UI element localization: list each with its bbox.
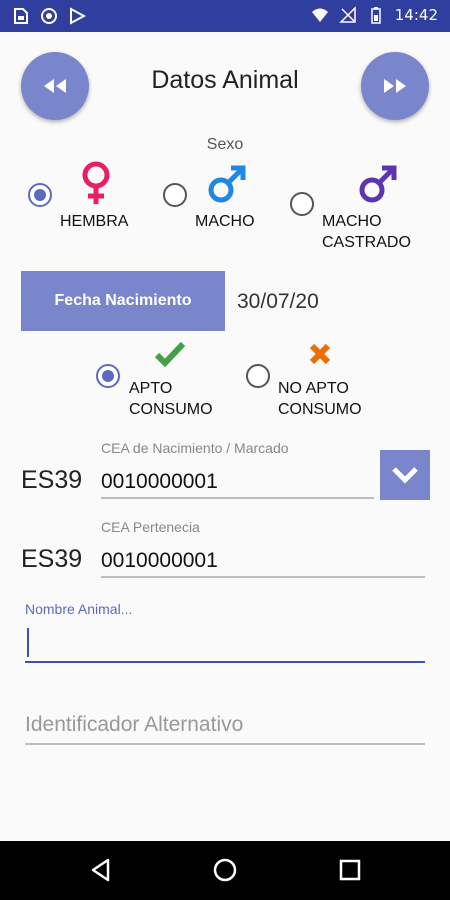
rewind-icon (44, 79, 66, 93)
cross-icon (309, 343, 331, 365)
nombre-animal-underline (25, 661, 425, 663)
circle-icon (41, 8, 57, 24)
radio-macho[interactable] (163, 183, 187, 207)
identificador-alternativo-input[interactable]: Identificador Alternativo (25, 713, 243, 737)
fecha-nacimiento-button[interactable]: Fecha Nacimiento (21, 271, 225, 331)
cea-pertenencia-label: CEA Pertenecia (101, 519, 200, 535)
sd-card-icon (14, 8, 28, 24)
next-button[interactable] (361, 52, 429, 120)
cea-nacimiento-label: CEA de Nacimiento / Marcado (101, 440, 289, 456)
macho-castrado-label: MACHO CASTRADO (322, 213, 411, 251)
no-signal-icon (338, 6, 356, 23)
recents-icon[interactable] (335, 855, 365, 885)
radio-apto-consumo[interactable] (96, 364, 120, 388)
back-icon[interactable] (86, 855, 116, 885)
cea-pertenencia-underline (101, 576, 425, 578)
apto-consumo-label: APTO CONSUMO (129, 380, 213, 418)
home-icon[interactable] (210, 855, 240, 885)
navigation-bar (0, 841, 450, 900)
macho-label: MACHO (195, 213, 255, 230)
wifi-icon (311, 8, 328, 22)
battery-icon (371, 7, 381, 24)
radio-no-apto-consumo[interactable] (246, 364, 270, 388)
cea-nacimiento-prefix: ES39 (21, 466, 83, 494)
fast-forward-icon (384, 79, 406, 93)
status-time: 14:42 (394, 6, 438, 24)
check-icon (155, 341, 185, 367)
chevron-down-icon (392, 467, 418, 484)
male-castrated-icon (359, 165, 397, 203)
text-cursor (27, 628, 29, 657)
female-icon (82, 161, 110, 204)
radio-hembra[interactable] (28, 183, 52, 207)
status-bar: 14:42 (0, 0, 450, 32)
cea-nacimiento-input[interactable]: 0010000001 (101, 470, 218, 494)
play-store-icon (70, 7, 86, 25)
sexo-label: Sexo (206, 136, 244, 153)
cea-pertenencia-prefix: ES39 (21, 545, 83, 573)
previous-button[interactable] (21, 52, 89, 120)
page-title: Datos Animal (151, 66, 299, 94)
cea-pertenencia-input[interactable]: 0010000001 (101, 549, 218, 573)
nombre-animal-label: Nombre Animal... (25, 601, 133, 617)
hembra-label: HEMBRA (60, 213, 129, 230)
cea-dropdown-button[interactable] (380, 450, 430, 500)
identificador-underline (25, 743, 425, 745)
no-apto-consumo-label: NO APTO CONSUMO (278, 380, 362, 418)
fecha-value: 30/07/20 (237, 290, 319, 313)
male-icon (208, 165, 246, 203)
cea-nacimiento-underline (101, 497, 374, 499)
radio-macho-castrado[interactable] (290, 192, 314, 216)
